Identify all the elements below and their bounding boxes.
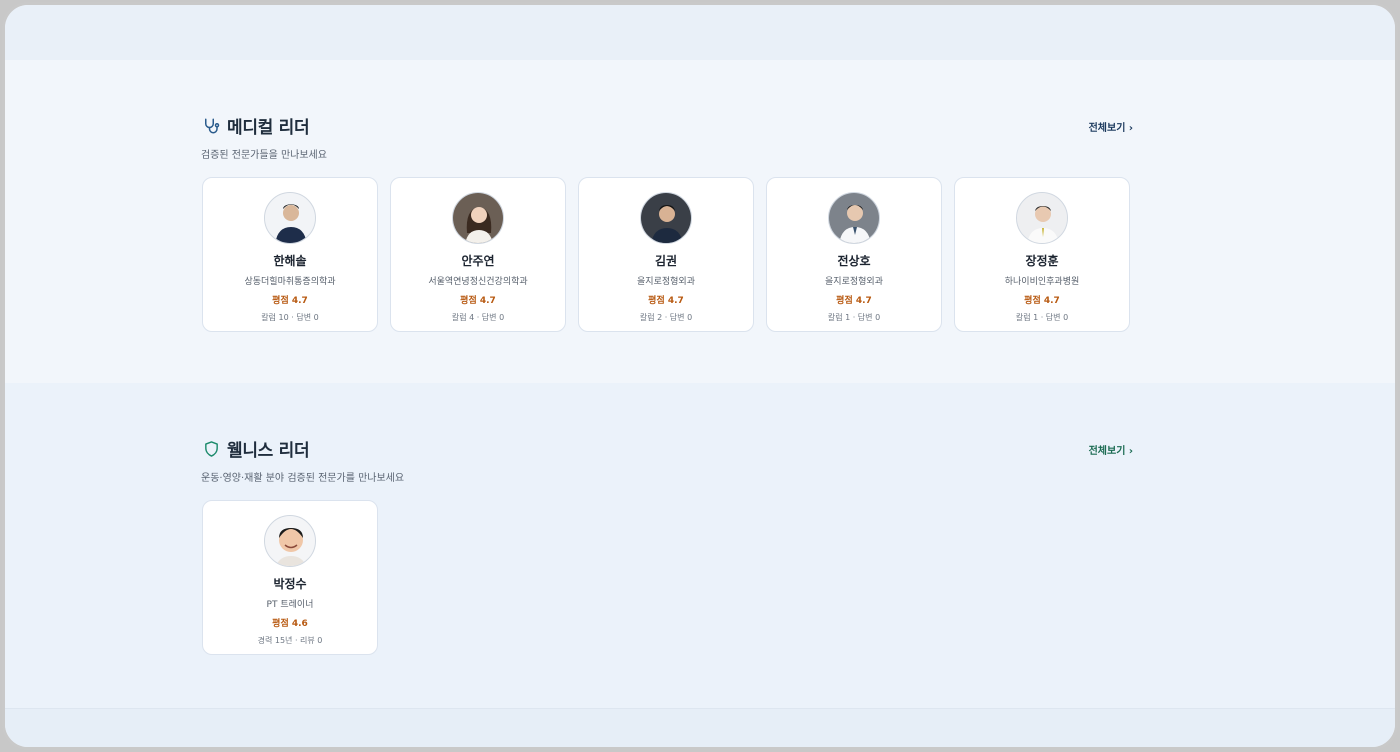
avatar: [264, 515, 316, 567]
wellness-header: 웰니스 리더 운동·영양·재활 분야 검증된 전문가를 만나보세요 전체보기 ›: [201, 436, 1133, 486]
leader-name: 장정훈: [1025, 254, 1059, 268]
leader-rating: 평점 4.6: [272, 619, 308, 629]
avatar: [828, 192, 880, 244]
top-band: [5, 5, 1395, 60]
leader-department: 서울역연녕정신건강의학과: [428, 277, 528, 287]
medical-subtitle: 검증된 전문가들을 만나보세요: [201, 150, 327, 161]
leader-department: PT 트레이너: [266, 600, 314, 610]
leader-stats: 칼럼 10 · 답변 0: [261, 313, 319, 322]
wellness-subtitle: 운동·영양·재활 분야 검증된 전문가를 만나보세요: [201, 473, 405, 484]
leader-card[interactable]: 전상호 을지로정형외과 평점 4.7 칼럼 1 · 답변 0: [766, 177, 942, 332]
leader-name: 전상호: [837, 254, 871, 268]
leader-stats: 칼럼 1 · 답변 0: [827, 313, 881, 322]
leader-stats: 경력 15년 · 리뷰 0: [257, 636, 323, 645]
stethoscope-icon: [201, 116, 221, 136]
wellness-title: 웰니스 리더: [227, 441, 310, 461]
leader-card[interactable]: 한해솔 상동더힐마취통증의학과 평점 4.7 칼럼 10 · 답변 0: [202, 177, 378, 332]
medical-card-list: 한해솔 상동더힐마취통증의학과 평점 4.7 칼럼 10 · 답변 0 안주연 …: [202, 177, 1130, 332]
medical-title: 메디컬 리더: [227, 118, 310, 138]
leader-department: 상동더힐마취통증의학과: [244, 277, 336, 287]
leader-rating: 평점 4.7: [460, 296, 496, 306]
leader-department: 을지로정형외과: [825, 277, 883, 287]
leader-card[interactable]: 박정수 PT 트레이너 평점 4.6 경력 15년 · 리뷰 0: [202, 500, 378, 655]
leader-stats: 칼럼 4 · 답변 0: [451, 313, 505, 322]
leader-card[interactable]: 장정훈 하나이비인후과병원 평점 4.7 칼럼 1 · 답변 0: [954, 177, 1130, 332]
leader-card[interactable]: 김권 을지로정형외과 평점 4.7 칼럼 2 · 답변 0: [578, 177, 754, 332]
shield-icon: [201, 439, 221, 459]
page-frame: 메디컬 리더 검증된 전문가들을 만나보세요 전체보기 › 한해솔 상동더힐마취…: [2, 2, 1398, 750]
leader-name: 안주연: [461, 254, 495, 268]
leader-rating: 평점 4.7: [648, 296, 684, 306]
medical-view-all-link[interactable]: 전체보기 ›: [1089, 119, 1133, 134]
avatar: [1016, 192, 1068, 244]
leader-rating: 평점 4.7: [1024, 296, 1060, 306]
wellness-card-list: 박정수 PT 트레이너 평점 4.6 경력 15년 · 리뷰 0: [202, 500, 378, 655]
avatar: [640, 192, 692, 244]
leader-stats: 칼럼 1 · 답변 0: [1015, 313, 1069, 322]
leader-rating: 평점 4.7: [272, 296, 308, 306]
leader-department: 하나이비인후과병원: [1004, 277, 1080, 287]
avatar: [264, 192, 316, 244]
medical-header: 메디컬 리더 검증된 전문가들을 만나보세요 전체보기 ›: [201, 113, 1133, 163]
leader-name: 박정수: [273, 577, 307, 591]
leader-name: 김권: [654, 254, 678, 268]
avatar: [452, 192, 504, 244]
leader-department: 을지로정형외과: [637, 277, 695, 287]
leader-name: 한해솔: [273, 254, 307, 268]
bottom-band: [5, 708, 1395, 747]
leader-card[interactable]: 안주연 서울역연녕정신건강의학과 평점 4.7 칼럼 4 · 답변 0: [390, 177, 566, 332]
wellness-view-all-link[interactable]: 전체보기 ›: [1089, 442, 1133, 457]
leader-stats: 칼럼 2 · 답변 0: [639, 313, 693, 322]
leader-rating: 평점 4.7: [836, 296, 872, 306]
